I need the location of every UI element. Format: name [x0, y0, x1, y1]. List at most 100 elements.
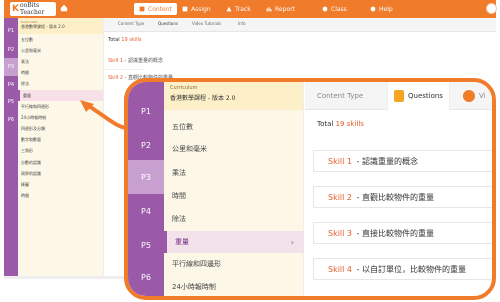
- total-label-bg: Total: [108, 37, 120, 43]
- class-icon: [322, 6, 328, 12]
- topic-item[interactable]: 乘法: [164, 162, 304, 184]
- skill-row[interactable]: Skill 4 - 以自訂單位，比較物件的重量: [313, 258, 492, 280]
- tab-questions[interactable]: Questions: [387, 82, 450, 110]
- nav-report[interactable]: Report: [266, 3, 295, 15]
- topic-item-selected[interactable]: 重量 ›: [164, 231, 304, 253]
- assign-icon: [182, 6, 188, 12]
- topic-item-bg[interactable]: 乘法: [18, 56, 103, 67]
- topic-item-bg[interactable]: 除法: [18, 79, 103, 90]
- bottom-edge: [4, 276, 124, 279]
- topic-item-bg[interactable]: 分數的認識: [18, 157, 103, 168]
- koobits-logo[interactable]: K ooBits Teacher: [10, 2, 56, 16]
- grade-p3-bg[interactable]: P3: [4, 58, 18, 76]
- grade-p4-bg[interactable]: P4: [4, 76, 18, 94]
- tab-content-type: Content Type: [317, 92, 364, 100]
- nav-report-label: Report: [275, 5, 295, 13]
- topic-item-bg[interactable]: 24小時報時制: [18, 112, 103, 123]
- nav-class[interactable]: Class: [322, 3, 347, 15]
- logo-letter: K: [12, 4, 19, 14]
- total-label: Total: [317, 120, 334, 128]
- chevron-right-icon: ›: [290, 237, 294, 247]
- skill-row[interactable]: Skill 3 - 直接比較物件的重量: [313, 222, 492, 244]
- grade-p1[interactable]: P1: [128, 94, 164, 128]
- skill-name: 直觀比較物件的重量: [362, 192, 434, 202]
- home-icon[interactable]: [60, 4, 68, 12]
- tab-video[interactable]: Vi: [463, 82, 486, 110]
- grade-p3[interactable]: P3: [128, 160, 164, 194]
- user-avatar[interactable]: [486, 3, 497, 14]
- topic-item-bg[interactable]: 四邊形及分類: [18, 124, 103, 135]
- content-tabs: Content Type Questions Vi: [305, 82, 492, 110]
- skill-row[interactable]: Skill 1 - 認識重量的概念: [313, 150, 492, 172]
- track-icon: [226, 6, 232, 12]
- skill-name: 認識重量的概念: [362, 156, 418, 166]
- tab-info-bg[interactable]: Info: [238, 21, 246, 26]
- grade-p1-bg[interactable]: P1: [4, 22, 18, 40]
- grade-p2-bg[interactable]: P2: [4, 41, 18, 59]
- topic-menu-bg: Curriculum 香港數學課程 - 版本 2.0 五位數 公里和毫米 乘法 …: [18, 18, 104, 276]
- nav-assign-label: Assign: [191, 5, 211, 13]
- total-count: 19 skills: [335, 120, 364, 128]
- skill-number: Skill 2: [108, 75, 124, 81]
- topic-item-bg[interactable]: 數字和數量: [18, 135, 103, 146]
- total-skills: Total 19 skills: [317, 120, 364, 128]
- topic-item[interactable]: 公里和毫米: [164, 138, 304, 160]
- tab-video-label: Vi: [479, 92, 486, 100]
- topic-item-bg[interactable]: 時間: [18, 191, 103, 202]
- grade-p4[interactable]: P4: [128, 194, 164, 228]
- questions-icon: [394, 90, 404, 102]
- skill-number: Skill 2: [328, 192, 353, 202]
- report-icon: [266, 7, 272, 12]
- topic-item[interactable]: 除法: [164, 208, 304, 230]
- curriculum-header-bg: Curriculum 香港數學課程 - 版本 2.0: [18, 18, 103, 34]
- skill-row[interactable]: Skill 2 - 直觀比較物件的重量: [313, 186, 492, 208]
- topic-menu: Curriculum 香港數學課程 - 版本 2.0 五位數 公里和毫米 乘法 …: [164, 82, 304, 296]
- topic-item[interactable]: 五位數: [164, 116, 304, 138]
- skill-number: Skill 4: [328, 264, 353, 274]
- topic-item-bg[interactable]: 平行線和四邊形: [18, 101, 103, 112]
- skill-number: Skill 1: [108, 58, 124, 64]
- logo-text: ooBits Teacher: [19, 2, 45, 16]
- topic-item-bg-selected[interactable]: 重量: [18, 89, 103, 102]
- nav-help-label: Help: [379, 5, 393, 13]
- curriculum-header: Curriculum 香港數學課程 - 版本 2.0: [164, 82, 303, 110]
- topic-item-label: 重量: [175, 238, 189, 246]
- tab-questions-label: Questions: [408, 92, 443, 100]
- nav-track[interactable]: Track: [226, 3, 251, 15]
- skill-name: 直接比較物件的重量: [362, 228, 434, 238]
- tab-content-type-bg: Content Type: [118, 21, 145, 26]
- total-count-bg: 19 skills: [121, 37, 142, 43]
- topic-item-bg[interactable]: 五位數: [18, 34, 103, 45]
- tab-video-bg[interactable]: Video Tutorials: [192, 21, 221, 26]
- grade-p5[interactable]: P5: [128, 228, 164, 262]
- skill-number: Skill 1: [328, 156, 353, 166]
- nav-content-label: Content: [148, 5, 172, 13]
- nav-content[interactable]: Content: [134, 3, 177, 15]
- topic-item[interactable]: 平行線和四邊形: [164, 253, 304, 275]
- nav-help[interactable]: Help: [370, 3, 393, 15]
- topic-item-bg[interactable]: 時間: [18, 68, 103, 79]
- topic-item-bg[interactable]: 三角形: [18, 146, 103, 157]
- content-icon: [139, 6, 145, 12]
- topic-item[interactable]: 時間: [164, 185, 304, 207]
- curriculum-title: 香港數學課程 - 版本 2.0: [170, 95, 236, 102]
- content-tabs-bg: Content Type Questions Video Tutorials I…: [104, 18, 496, 32]
- grade-p6-bg[interactable]: P6: [4, 111, 18, 129]
- divider: [104, 69, 144, 70]
- skill-name: 認識重量的概念: [128, 58, 164, 64]
- topic-item[interactable]: 24小時報時制: [164, 276, 304, 296]
- curriculum-label: Curriculum: [170, 85, 198, 91]
- topic-item-bg[interactable]: 公里和毫米: [18, 45, 103, 56]
- tab-questions-bg[interactable]: Questions: [158, 21, 178, 26]
- grade-p6[interactable]: P6: [128, 260, 164, 294]
- top-nav-bar: K ooBits Teacher Content Assign Track Re…: [4, 0, 497, 18]
- total-skills-bg: Total 19 skills: [108, 37, 142, 43]
- nav-assign[interactable]: Assign: [182, 3, 211, 15]
- topic-item-bg[interactable]: 周界的認識: [18, 168, 103, 179]
- skill-row-bg[interactable]: Skill 1 - 認識重量的概念: [108, 57, 163, 69]
- grade-p2[interactable]: P2: [128, 128, 164, 162]
- play-icon: [463, 90, 475, 102]
- topic-item-bg[interactable]: 棒圖: [18, 179, 103, 190]
- help-icon: [370, 6, 376, 12]
- grade-p5-bg[interactable]: P5: [4, 93, 18, 111]
